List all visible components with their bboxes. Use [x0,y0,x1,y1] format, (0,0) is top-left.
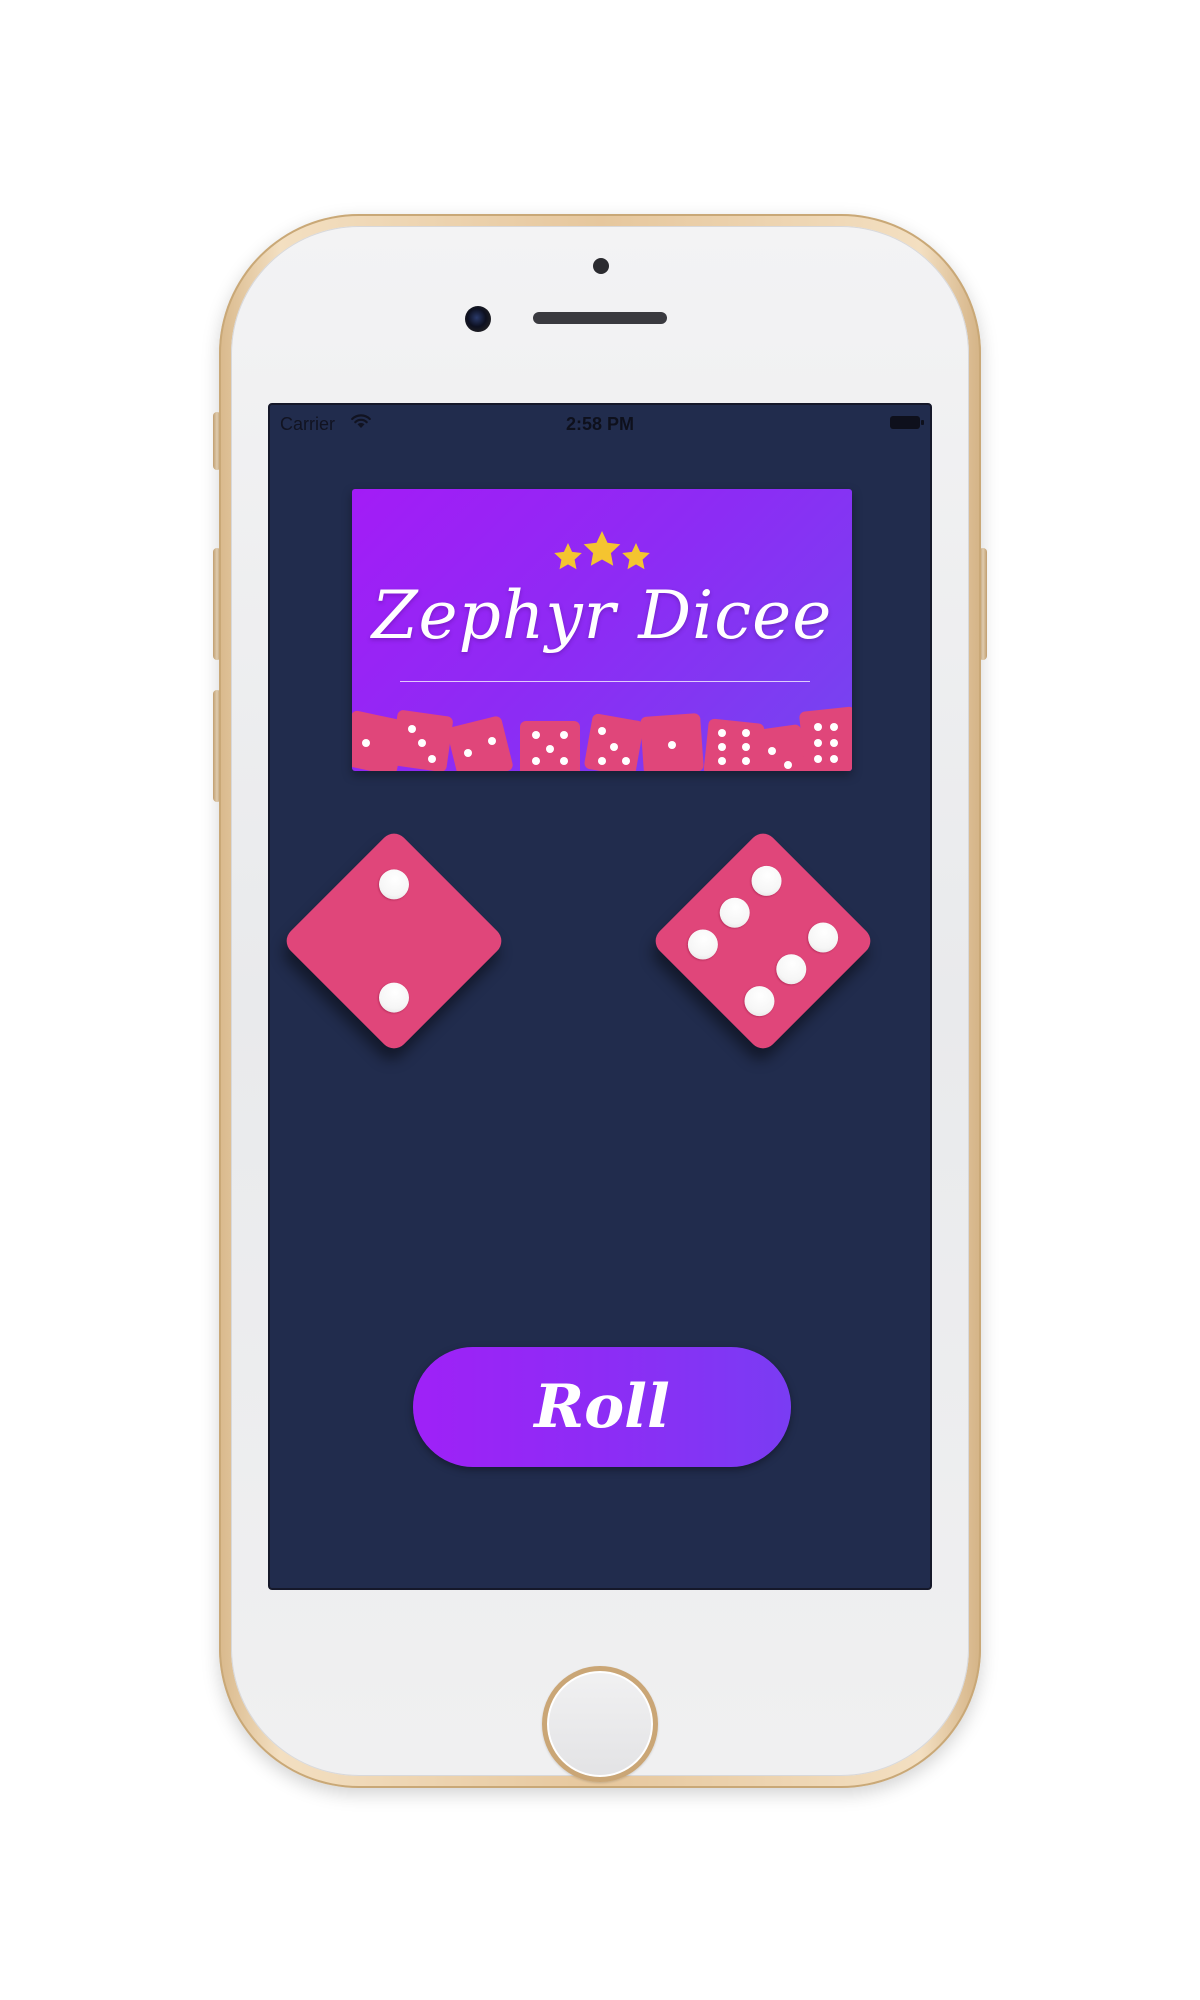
roll-button[interactable]: Roll [413,1347,791,1467]
die-pip [713,891,756,934]
status-time: 2:58 PM [565,414,635,434]
device-stage: Carrier 2:58 PM Zephyr Dicee Roll [0,0,1200,2000]
die-pip [770,948,813,991]
star-icon [554,543,582,570]
logo-stars [554,531,650,570]
die-pip [745,859,788,903]
die-pip [372,976,416,1019]
decorative-dice-pile [352,706,852,771]
earpiece-speaker [533,312,667,324]
left-die [280,827,508,1055]
star-icon [583,531,621,566]
app-title: Zephyr Dicee [371,577,833,654]
status-bar: Carrier 2:58 PM [270,405,930,445]
star-icon [622,543,650,570]
die-pip [738,979,781,1023]
die-pip [681,923,725,966]
app-screen: Carrier 2:58 PM Zephyr Dicee Roll [268,403,932,1590]
proximity-sensor [593,258,609,274]
die-pip [801,916,845,959]
logo-banner: Zephyr Dicee [352,489,852,771]
battery-icon [890,416,924,429]
die-pip [372,863,416,906]
right-die [649,827,877,1055]
front-camera-icon [465,306,491,332]
home-button[interactable] [542,1666,658,1782]
title-divider [400,681,810,682]
